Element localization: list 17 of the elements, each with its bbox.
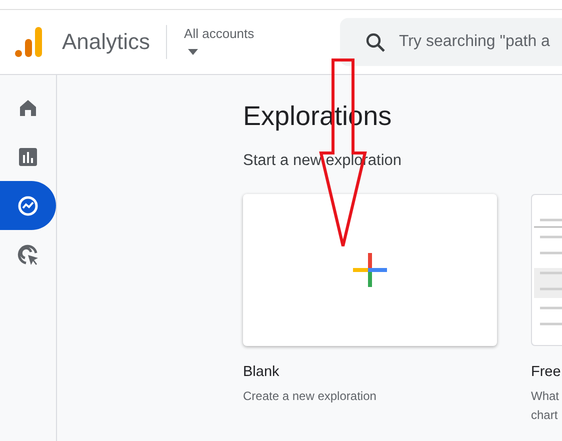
home-icon	[19, 98, 37, 116]
template-name: Blank	[243, 364, 280, 380]
account-selector[interactable]: All accounts	[184, 26, 254, 41]
target-cursor-icon	[17, 244, 39, 266]
plus-icon	[353, 253, 387, 287]
template-name: Free	[531, 364, 562, 380]
template-description: What	[531, 388, 560, 405]
analytics-logo	[15, 27, 43, 57]
search-field[interactable]: Try searching "path a	[340, 18, 562, 66]
trend-chart-icon	[17, 194, 39, 216]
bar-chart-icon	[19, 148, 37, 166]
caret-icon[interactable]	[188, 49, 198, 55]
product-name: Analytics	[62, 29, 150, 55]
search-icon	[366, 32, 385, 52]
nav-item[interactable]	[0, 181, 56, 230]
template-description: chart	[531, 407, 559, 424]
template-description: Create a new exploration	[243, 388, 378, 405]
